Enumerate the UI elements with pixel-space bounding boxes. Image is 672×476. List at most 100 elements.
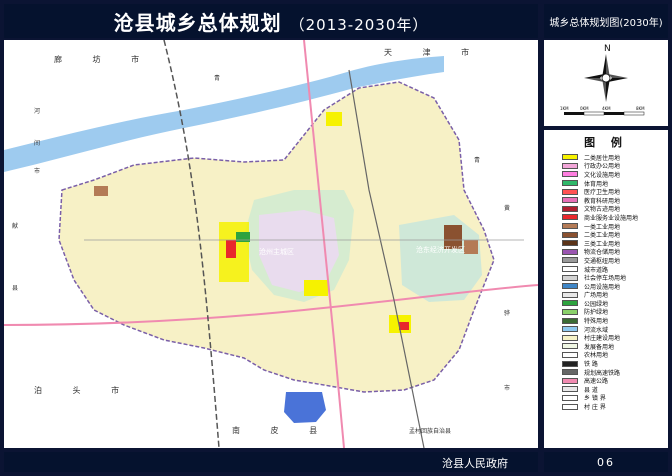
legend-item: 城市道路 — [562, 265, 668, 274]
legend-item: 二类工业用地 — [562, 230, 668, 239]
label-langfang: 廊 坊 市 — [54, 54, 153, 64]
sw-town-residential — [304, 280, 328, 296]
title-bar: 沧县城乡总体规划 （2013-2030年） — [4, 4, 538, 38]
label-hua: 骅 — [504, 309, 510, 317]
footer-bar: 沧县人民政府 — [4, 452, 538, 472]
legend-item: 一类工业用地 — [562, 222, 668, 231]
legend-item: 行政办公用地 — [562, 162, 668, 170]
legend-item: 发展备用地 — [562, 342, 668, 351]
label-tianjin: 天 津 市 — [384, 47, 483, 57]
compass-canvas: N 1KM 0KM 4KM 8KM — [560, 44, 645, 116]
legend-panel: 图 例 二类居住用地 行政办公用地 文化设施用地 体育用地 医疗卫生用地 教育科研用地 文物… — [544, 130, 668, 448]
legend-swatch — [562, 283, 578, 290]
legend-item: 商业服务业设施用地 — [562, 213, 668, 222]
legend-item: 农林用地 — [562, 351, 668, 359]
label-huang: 黄 — [504, 204, 510, 212]
title-years: （2013-2030年） — [289, 15, 429, 34]
legend-swatch — [562, 326, 578, 333]
page-title: 沧县城乡总体规划 （2013-2030年） — [114, 7, 429, 36]
west-town-commercial — [226, 240, 236, 258]
legend-item: 交通枢纽用地 — [562, 256, 668, 265]
legend-swatch — [562, 266, 578, 273]
label-botou: 泊 头 市 — [34, 385, 133, 395]
scale-label-4: 8KM — [636, 106, 645, 111]
legend-list: 二类居住用地 行政办公用地 文化设施用地 体育用地 医疗卫生用地 教育科研用地 文物古迹用地… — [544, 153, 668, 411]
map-canvas: 沧州主城区 沧东经济开发区 廊 坊 市 青 青 天 津 市 河 间 市 献 县 … — [4, 40, 538, 448]
legend-item: 物流仓储用地 — [562, 248, 668, 256]
south-town-commercial — [399, 322, 409, 330]
north-label: N — [604, 44, 611, 54]
legend-swatch — [562, 274, 578, 281]
industrial-zone-east-2 — [464, 240, 478, 254]
legend-swatch — [562, 317, 578, 324]
legend-item: 铁 路 — [562, 359, 668, 368]
side-header: 城乡总体规划图(2030年) — [544, 4, 668, 38]
label-jian: 间 — [34, 139, 40, 147]
footer-org: 沧县人民政府 — [442, 457, 508, 470]
legend-swatch — [562, 394, 578, 401]
legend-swatch — [562, 180, 578, 187]
legend-item: 二类居住用地 — [562, 153, 668, 162]
legend-item: 乡 镇 界 — [562, 394, 668, 402]
label-xian: 献 — [12, 222, 18, 230]
north-town — [326, 112, 342, 126]
label-qing-a: 青 — [214, 74, 220, 82]
label-shi: 市 — [34, 167, 40, 175]
legend-item: 县 道 — [562, 385, 668, 394]
label-shi2: 市 — [504, 384, 510, 392]
legend-item: 文化设施用地 — [562, 170, 668, 179]
legend-swatch — [562, 351, 578, 358]
legend-item: 广场用地 — [562, 291, 668, 299]
legend-swatch — [562, 300, 578, 307]
label-mengcun: 孟村回族自治县 — [409, 427, 451, 435]
legend-swatch — [562, 188, 578, 195]
legend-swatch — [562, 214, 578, 221]
development-zone-area — [399, 215, 482, 302]
west-village-industry — [94, 186, 108, 196]
legend-item: 公用设施用地 — [562, 282, 668, 291]
legend-item: 特殊用地 — [562, 316, 668, 325]
legend-item: 体育用地 — [562, 179, 668, 188]
label-qing-b: 青 — [474, 156, 480, 164]
legend-item: 三类工业用地 — [562, 239, 668, 248]
legend-item: 文物古迹用地 — [562, 205, 668, 213]
legend-item: 防护绿地 — [562, 308, 668, 316]
legend-swatch — [562, 377, 578, 384]
legend-swatch — [562, 231, 578, 238]
legend-swatch — [562, 240, 578, 247]
legend-label: 村 庄 界 — [584, 404, 606, 412]
legend-swatch — [562, 343, 578, 350]
scale-label-1: 1KM — [560, 106, 569, 111]
scale-label-3: 4KM — [602, 106, 611, 111]
legend-swatch — [562, 205, 578, 212]
legend-item: 公园绿地 — [562, 299, 668, 308]
legend-swatch — [562, 403, 578, 410]
label-xian2: 县 — [12, 285, 18, 292]
legend-item: 河流水域 — [562, 325, 668, 334]
legend-swatch — [562, 223, 578, 230]
west-town-park — [236, 232, 250, 242]
legend-swatch — [562, 308, 578, 315]
master-plan-map: 沧州主城区 沧东经济开发区 廊 坊 市 青 青 天 津 市 河 间 市 献 县 … — [4, 40, 538, 448]
label-zhuchengqu: 沧州主城区 — [259, 247, 294, 256]
legend-item: 医疗卫生用地 — [562, 187, 668, 196]
label-he: 河 — [34, 107, 40, 115]
label-nanpi: 南 皮 县 — [232, 425, 331, 435]
legend-item: 村 庄 界 — [562, 402, 668, 411]
legend-title: 图 例 — [584, 136, 628, 149]
legend-swatch — [562, 154, 578, 161]
scale-bar — [564, 111, 645, 116]
legend-item: 教育科研用地 — [562, 196, 668, 205]
scale-label-2: 0KM — [580, 106, 589, 111]
legend-item: 社会停车场用地 — [562, 273, 668, 282]
legend-swatch — [562, 291, 578, 298]
legend-swatch — [562, 248, 578, 255]
title-main: 沧县城乡总体规划 — [113, 10, 282, 35]
legend-swatch — [562, 171, 578, 178]
compass-panel: N 1KM 0KM 4KM 8KM — [544, 40, 668, 126]
legend-item: 村庄建设用地 — [562, 333, 668, 342]
page-number: 06 — [544, 452, 668, 472]
legend-item: 规划高速铁路 — [562, 368, 668, 377]
legend-swatch — [562, 162, 578, 169]
legend-swatch — [562, 197, 578, 204]
